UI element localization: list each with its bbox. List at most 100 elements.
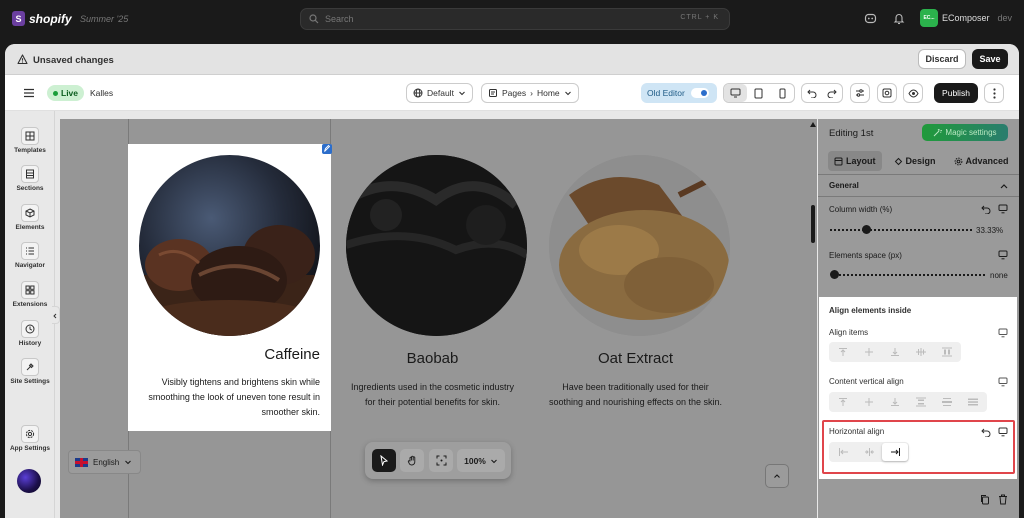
sidebar-item-label: Site Settings [10,378,50,385]
tablet-view-button[interactable] [747,84,770,102]
hand-icon [407,455,415,466]
align-items-label: Align items [829,328,869,337]
desktop-icon[interactable] [998,377,1008,387]
content-space-around-button[interactable] [934,393,960,411]
eye-icon [907,88,919,98]
undo-button[interactable] [802,84,822,102]
live-dot-icon [53,90,58,96]
column-text: Have been traditionally used for their s… [549,382,722,407]
menu-icon[interactable] [23,88,35,98]
sidebar-item-app-settings[interactable]: App Settings [5,425,55,452]
preview-button[interactable] [903,83,923,103]
sidekick-icon[interactable] [864,12,877,25]
settings-button[interactable] [850,83,870,103]
align-middle-icon [865,398,873,406]
column-width-slider-handle[interactable] [861,225,871,234]
editor-frame: Unsaved changes Discard Save Live Kalles… [5,44,1019,518]
tab-label: Advanced [965,156,1009,166]
bell-icon[interactable] [893,12,905,25]
page-canvas[interactable]: Caffeine Visibly tightens and brightens … [60,119,817,518]
chevron-up-icon[interactable] [1000,183,1008,189]
align-baseline-icon [916,348,926,356]
duplicate-icon[interactable] [980,494,990,505]
align-stretch-button[interactable] [934,343,960,361]
paint-bucket-icon [894,157,902,165]
align-baseline-button[interactable] [908,343,934,361]
search-input[interactable]: Search CTRL + K [300,8,730,30]
align-top-button[interactable] [830,343,856,361]
undo-icon [807,89,817,98]
canvas-scrollbar[interactable] [811,205,815,243]
select-tool-button[interactable] [372,449,396,472]
shopify-logo[interactable]: S shopify [12,11,72,26]
magic-settings-button[interactable]: Magic settings [922,124,1008,141]
top-bar: S shopify Summer '25 Search CTRL + K EC.… [0,0,1024,38]
sidebar-item-elements[interactable]: Elements [5,204,55,231]
content-bottom-button[interactable] [882,393,908,411]
page-select[interactable]: Pages › Home [481,83,579,103]
horizontal-align-highlight [822,420,1015,474]
desktop-icon[interactable] [998,328,1008,338]
chevron-left-icon [53,313,57,319]
column-width-slider[interactable] [830,229,972,231]
edit-pencil-icon[interactable] [322,144,332,154]
hand-tool-button[interactable] [400,449,424,472]
mobile-view-button[interactable] [771,84,794,102]
left-sidebar: Templates Sections Elements Navigator Ex… [5,111,55,518]
tab-design[interactable]: Design [888,151,942,171]
settings-panel: Editing 1st Magic settings Layout Design… [818,119,1019,518]
sidebar-item-navigator[interactable]: Navigator [5,242,55,269]
unsaved-bar: Unsaved changes Discard Save [5,44,1019,75]
sidebar-item-history[interactable]: History [5,320,55,347]
content-center-button[interactable] [856,393,882,411]
account-menu[interactable]: EC... EComposer dev [920,9,1012,27]
redo-button[interactable] [822,84,842,102]
more-options-button[interactable] [984,83,1004,103]
toggle-switch[interactable] [690,88,709,98]
desktop-view-button[interactable] [724,84,748,102]
sidebar-item-label: Sections [16,185,44,192]
sidebar-item-extensions[interactable]: Extensions [5,281,55,308]
language-selector[interactable]: English [68,450,141,474]
discard-button[interactable]: Discard [918,49,966,69]
live-status-badge: Live [47,85,85,101]
tab-advanced[interactable]: Advanced [948,151,1015,171]
selected-column-card[interactable]: Caffeine Visibly tightens and brightens … [128,144,331,431]
align-bottom-button[interactable] [882,343,908,361]
scroll-up-arrow-icon[interactable] [810,122,816,127]
warning-icon [17,54,28,65]
elements-space-slider[interactable] [839,274,985,276]
inspect-button[interactable] [877,83,897,103]
trash-icon[interactable] [998,494,1008,505]
sidebar-collapse-handle[interactable] [52,306,60,324]
tab-layout[interactable]: Layout [828,151,882,171]
device-switcher [723,83,795,103]
align-center-button[interactable] [856,343,882,361]
chevron-down-icon [125,460,132,465]
desktop-icon[interactable] [998,250,1008,260]
sidebar-item-site-settings[interactable]: Site Settings [5,358,55,385]
account-name: EComposer [942,13,990,23]
publish-button[interactable]: Publish [934,83,978,103]
save-button[interactable]: Save [972,49,1008,69]
scroll-to-top-button[interactable] [765,464,789,488]
content-space-evenly-button[interactable] [960,393,986,411]
general-section-header[interactable]: General [829,181,859,190]
uk-flag-icon [75,457,88,467]
sidebar-item-templates[interactable]: Templates [5,127,55,154]
reset-icon[interactable] [981,204,991,214]
template-select[interactable]: Default [406,83,473,103]
zoom-select[interactable]: 100% [457,449,505,472]
desktop-icon[interactable] [998,204,1008,214]
history-controls [801,83,843,103]
user-avatar[interactable] [17,469,41,493]
content-top-button[interactable] [830,393,856,411]
sidebar-item-sections[interactable]: Sections [5,165,55,192]
column-title: Baobab [406,350,459,367]
content-space-between-button[interactable] [908,393,934,411]
elements-icon [21,204,39,222]
tab-label: Layout [846,156,876,166]
fit-screen-button[interactable] [429,449,453,472]
elements-space-slider-handle[interactable] [830,270,839,279]
old-editor-toggle[interactable]: Old Editor [641,83,717,103]
